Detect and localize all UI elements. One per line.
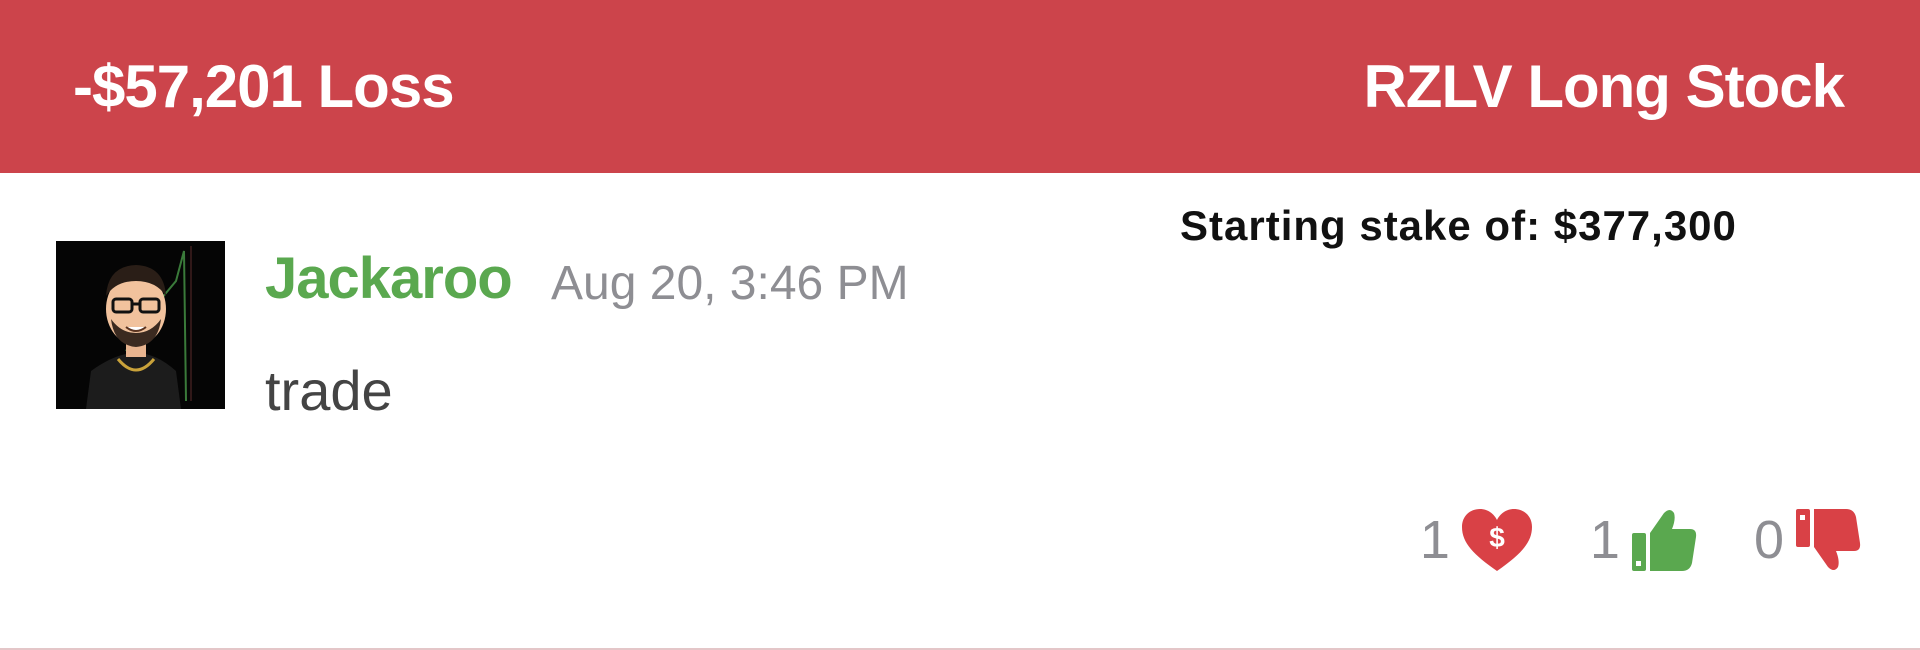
post-timestamp: Aug 20, 3:46 PM: [551, 257, 909, 310]
starting-stake-label: Starting stake of: $377,300: [1180, 202, 1737, 249]
reaction-dollar-heart[interactable]: 1 $: [1420, 507, 1534, 573]
reaction-count: 0: [1753, 510, 1784, 570]
trade-header: -$57,201 Loss RZLV Long Stock: [0, 0, 1920, 173]
thumbs-down-icon: [1794, 507, 1862, 573]
reaction-count: 1: [1419, 510, 1450, 570]
dollar-heart-icon: $: [1460, 507, 1534, 573]
trade-card: -$57,201 Loss RZLV Long Stock Starting s…: [0, 0, 1920, 650]
post-message: trade: [265, 359, 393, 422]
avatar[interactable]: [56, 241, 225, 409]
username[interactable]: Jackaroo: [265, 245, 513, 312]
svg-text:$: $: [1489, 522, 1505, 553]
reactions-bar: 1 $ 1 0: [1364, 500, 1862, 580]
reaction-count: 1: [1589, 510, 1620, 570]
reaction-thumbs-down[interactable]: 0: [1754, 507, 1862, 573]
thumbs-up-icon: [1630, 507, 1698, 573]
bitmoji-avatar-icon: [56, 241, 225, 409]
profit-loss-label: -$57,201 Loss: [73, 53, 455, 120]
trade-title[interactable]: RZLV Long Stock: [1363, 0, 1845, 173]
reaction-thumbs-up[interactable]: 1: [1590, 507, 1698, 573]
